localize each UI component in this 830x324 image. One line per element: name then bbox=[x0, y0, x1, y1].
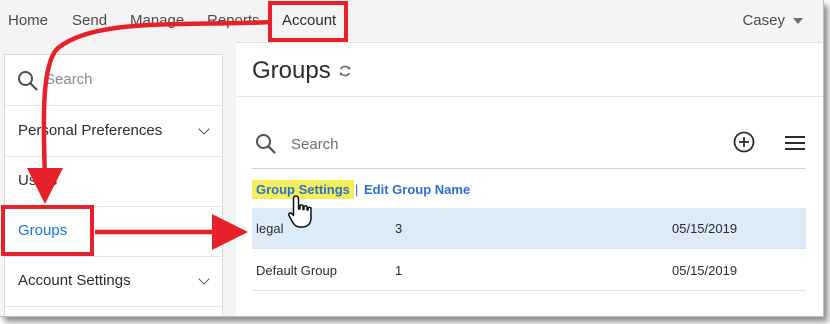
pointer-hand-cursor-icon bbox=[288, 195, 312, 228]
highlight-groups bbox=[1, 205, 94, 256]
arrow-account-to-groups bbox=[26, 19, 273, 204]
app-window: Home Send Manage Reports Account Casey S… bbox=[0, 0, 824, 317]
highlight-account bbox=[268, 1, 348, 42]
annotation-arrows bbox=[26, 19, 273, 250]
